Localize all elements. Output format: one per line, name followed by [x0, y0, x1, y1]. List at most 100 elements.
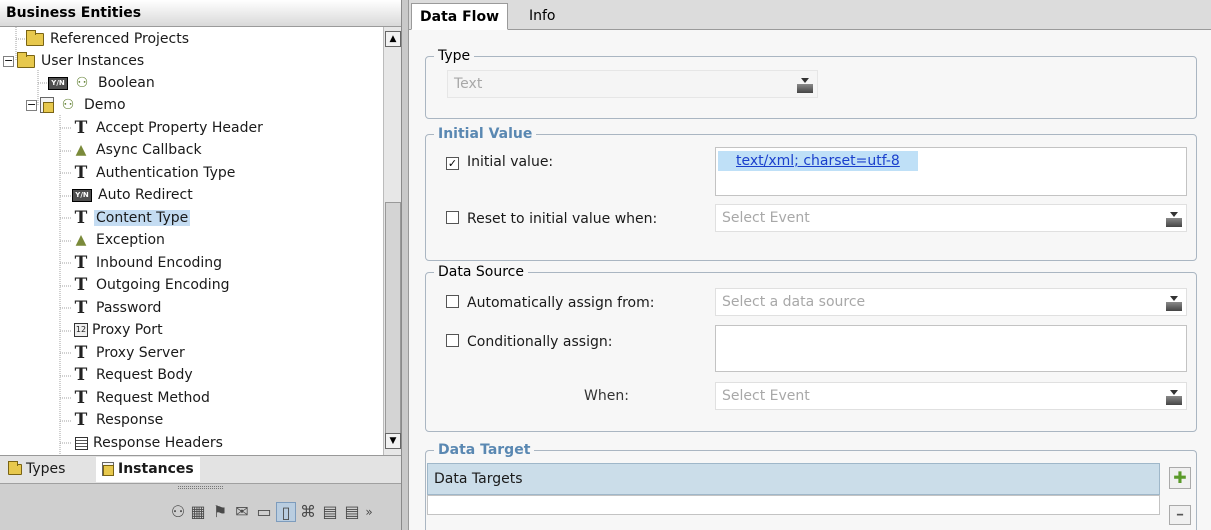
tree-item-user-instances[interactable]: − User Instances: [3, 50, 146, 72]
instance-group-icon: ⚇: [75, 75, 89, 91]
yes-no-icon: Y/N: [72, 188, 92, 202]
document-tool-icon[interactable]: ▯: [276, 502, 296, 522]
dropdown-arrow-icon[interactable]: [797, 78, 813, 93]
text-type-icon: T: [74, 388, 88, 408]
text-type-icon: T: [74, 410, 88, 430]
text-type-icon: T: [74, 298, 88, 318]
tree-item-request-method[interactable]: T Request Method: [72, 387, 212, 409]
folder-icon: [26, 29, 44, 46]
instances-icon: [102, 462, 114, 476]
tree-item-request-body[interactable]: T Request Body: [72, 364, 195, 386]
tree-item-content-type[interactable]: T Content Type: [72, 207, 191, 229]
text-type-icon: T: [74, 208, 88, 228]
tree-scrollbar[interactable]: ▲ ▼: [383, 27, 401, 455]
type-legend: Type: [434, 47, 475, 65]
entity-tree[interactable]: Referenced Projects − User Instances Y/N ⚇…: [0, 27, 383, 455]
scrollbar-thumb[interactable]: [385, 202, 401, 434]
properties-panel: Data Flow Info Type Text Initial Value ✓…: [408, 0, 1211, 530]
flag-tool-icon[interactable]: ⚑: [210, 502, 230, 522]
initial-value-group: Initial Value ✓ Initial value: text/xml; …: [425, 125, 1197, 261]
dropdown-arrow-icon[interactable]: [1166, 296, 1182, 311]
data-source-group: Data Source Automatically assign from: S…: [425, 263, 1197, 432]
tree-item-async-callback[interactable]: ▲ Async Callback: [72, 139, 204, 161]
remove-data-target-button[interactable]: ━: [1169, 505, 1191, 525]
scroll-up-arrow-icon[interactable]: ▲: [385, 31, 401, 47]
tree-item-auto-redirect[interactable]: Y/N Auto Redirect: [72, 184, 195, 206]
monitor-tool-icon[interactable]: ▭: [254, 502, 274, 522]
folder-open-icon: [17, 51, 35, 68]
conditional-assign-checkbox-row[interactable]: Conditionally assign:: [446, 333, 612, 351]
resize-grip[interactable]: [178, 486, 223, 489]
data-targets-table-header[interactable]: Data Targets: [427, 463, 1160, 495]
tree-item-response[interactable]: T Response: [72, 409, 165, 431]
tree-item-proxy-port[interactable]: 12 Proxy Port: [72, 319, 165, 341]
document-folder-icon: [40, 97, 54, 113]
tree-item-response-headers[interactable]: Response Headers: [72, 432, 225, 454]
reset-checkbox-row[interactable]: Reset to initial value when:: [446, 210, 657, 228]
bell-icon: ▲: [75, 232, 87, 248]
scroll-down-arrow-icon[interactable]: ▼: [385, 433, 401, 449]
tab-info[interactable]: Info: [521, 3, 564, 30]
table-tool-icon[interactable]: ▦: [188, 502, 208, 522]
conditional-assign-field[interactable]: [715, 325, 1187, 372]
collapse-icon[interactable]: −: [3, 55, 14, 67]
collapse-icon[interactable]: −: [26, 99, 37, 111]
more-chevron-icon[interactable]: »: [362, 502, 376, 522]
initial-value-field[interactable]: text/xml; charset=utf-8: [715, 147, 1187, 196]
initial-value-checkbox-row[interactable]: ✓ Initial value:: [446, 153, 553, 171]
tree-item-inbound-encoding[interactable]: T Inbound Encoding: [72, 252, 224, 274]
initial-value-legend: Initial Value: [434, 125, 537, 143]
tree-item-proxy-server[interactable]: T Proxy Server: [72, 342, 187, 364]
tab-data-flow[interactable]: Data Flow: [411, 3, 508, 30]
number-icon: 12: [74, 323, 88, 337]
data-source-legend: Data Source: [434, 263, 528, 281]
initial-value-checkbox[interactable]: ✓: [446, 157, 459, 170]
initial-value-link[interactable]: text/xml; charset=utf-8: [718, 151, 918, 171]
text-type-icon: T: [74, 118, 88, 138]
tab-types[interactable]: Types: [2, 457, 71, 482]
message-tool-icon[interactable]: ✉: [232, 502, 252, 522]
data-target-legend: Data Target: [434, 441, 535, 459]
tree-tool-icon[interactable]: ⌘: [298, 502, 318, 522]
tree-item-boolean[interactable]: Y/N ⚇ Boolean: [48, 72, 157, 94]
folder-tool-icon[interactable]: ▤: [320, 502, 340, 522]
tab-instances[interactable]: Instances: [96, 457, 200, 482]
when-event-combo[interactable]: Select Event: [715, 382, 1187, 410]
type-group: Type Text: [425, 47, 1197, 119]
tree-item-referenced-projects[interactable]: Referenced Projects: [26, 28, 191, 50]
reset-event-combo[interactable]: Select Event: [715, 204, 1187, 232]
panel-title: Business Entities: [0, 0, 401, 27]
reset-checkbox[interactable]: [446, 211, 459, 224]
minus-icon: ━: [1176, 510, 1184, 521]
text-type-icon: T: [74, 163, 88, 183]
business-entities-panel: Business Entities Referenced Projects − …: [0, 0, 402, 530]
auto-assign-checkbox-row[interactable]: Automatically assign from:: [446, 294, 654, 312]
text-type-icon: T: [74, 275, 88, 295]
properties-tabs: Data Flow Info: [409, 0, 1211, 30]
instance-group-icon: ⚇: [61, 97, 75, 113]
tree-item-authentication-type[interactable]: T Authentication Type: [72, 162, 237, 184]
tree-item-password[interactable]: T Password: [72, 297, 163, 319]
folder-copy-tool-icon[interactable]: ▤: [342, 502, 362, 522]
yes-no-icon: Y/N: [48, 76, 68, 90]
text-type-icon: T: [74, 343, 88, 363]
tree-item-accept-property-header[interactable]: T Accept Property Header: [72, 117, 265, 139]
text-type-icon: T: [74, 365, 88, 385]
dropdown-arrow-icon[interactable]: [1166, 390, 1182, 405]
when-label: When:: [584, 388, 629, 404]
data-source-combo[interactable]: Select a data source: [715, 288, 1187, 316]
left-bottom-tabs: Types Instances: [0, 455, 401, 483]
tree-item-demo[interactable]: − ⚇ Demo: [26, 94, 128, 116]
list-icon: [75, 436, 88, 450]
tree-item-exception[interactable]: ▲ Exception: [72, 229, 167, 251]
add-data-target-button[interactable]: ✚: [1169, 467, 1191, 489]
data-targets-table[interactable]: [427, 495, 1160, 515]
bell-icon: ▲: [75, 142, 87, 158]
dropdown-arrow-icon[interactable]: [1166, 212, 1182, 227]
instance-group-tool-icon[interactable]: ⚇: [168, 502, 188, 522]
text-type-icon: T: [74, 253, 88, 273]
auto-assign-checkbox[interactable]: [446, 295, 459, 308]
tree-item-outgoing-encoding[interactable]: T Outgoing Encoding: [72, 274, 231, 296]
conditional-assign-checkbox[interactable]: [446, 334, 459, 347]
type-combo[interactable]: Text: [447, 70, 818, 98]
